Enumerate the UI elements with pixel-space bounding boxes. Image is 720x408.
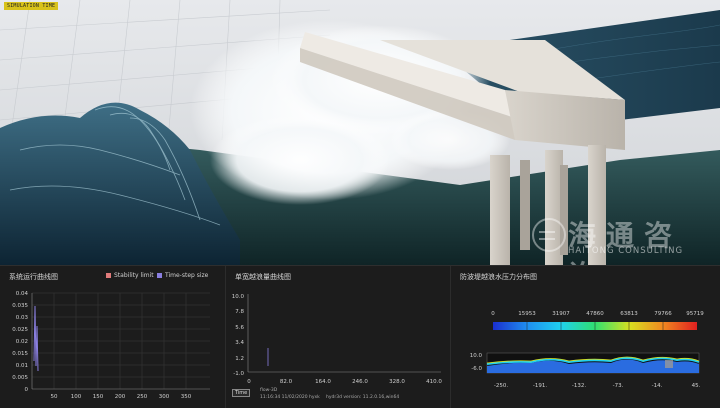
colorbar-label: 79766	[654, 311, 672, 317]
x-tick: 246.0	[352, 379, 368, 385]
y-tick: 7.8	[235, 309, 244, 315]
colorbar-label: 0	[491, 311, 495, 317]
profile-x-label: -191.	[533, 383, 547, 389]
x-tick: 300	[159, 394, 170, 400]
x-tick: 82.0	[280, 379, 293, 385]
y-tick: 0.025	[12, 327, 28, 333]
y-tick: 0.005	[12, 375, 28, 381]
x-tick: 250	[137, 394, 148, 400]
x-tick: 164.0	[315, 379, 331, 385]
x-tick: 0	[247, 379, 251, 385]
profile-x-label: -132.	[572, 383, 586, 389]
y-tick: 10.0	[232, 294, 245, 300]
pressure-distribution-panel: 防波堤越浪水压力分布图 0 15953 31907 47860 63813 79…	[450, 266, 720, 408]
colorbar-label: 63813	[620, 311, 638, 317]
system-curve-panel: 系统运行曲线图 Stability limit Time-step size 0…	[0, 266, 225, 408]
footer-version: hydr3d version: 11.2.0.16,win64	[326, 395, 400, 400]
overtopping-chart: 10.0 7.8 5.6 3.4 1.2 -1.0 0 82.0 164.0 2…	[232, 294, 442, 385]
watermark-en: HAITONG CONSULTING	[568, 246, 684, 256]
y-tick: 0.035	[12, 303, 28, 309]
time-button[interactable]: Time	[232, 389, 251, 397]
pressure-chart: 0 15953 31907 47860 63813 79766 95719 10…	[470, 311, 704, 389]
x-tick: 200	[115, 394, 126, 400]
dashboard-panels: 系统运行曲线图 Stability limit Time-step size 0…	[0, 265, 720, 408]
profile-y-label: -6.0	[471, 366, 482, 372]
y-tick: -1.0	[233, 371, 244, 377]
colorbar-label: 31907	[552, 311, 570, 317]
x-tick: 328.0	[389, 379, 405, 385]
company-logo-icon	[532, 218, 566, 252]
y-tick: 0	[25, 387, 29, 393]
profile-x-label: -250.	[494, 383, 508, 389]
y-tick: 0.02	[16, 339, 28, 345]
footer-datetime: 11:16:34 11/02/2020 hyxk	[260, 395, 320, 400]
y-tick: 3.4	[235, 340, 244, 346]
y-tick: 0.01	[16, 363, 28, 369]
colorbar-label: 95719	[686, 311, 704, 317]
profile-x-label: 45.	[692, 383, 701, 389]
watermark-cn: 海通咨询	[568, 219, 683, 265]
system-curve-chart: 0.04 0.035 0.03 0.025 0.02 0.015 0.01 0.…	[12, 291, 210, 400]
simulation-viewport[interactable]: SIMULATION TIME 海通咨询 HAITONG CONSULTING	[0, 0, 720, 265]
timestep-series-line	[33, 305, 39, 372]
x-tick: 350	[181, 394, 192, 400]
x-tick: 50	[51, 394, 58, 400]
colorbar-label: 47860	[586, 311, 604, 317]
y-tick: 5.6	[235, 325, 244, 331]
x-tick: 100	[71, 394, 82, 400]
colorbar-label: 15953	[518, 311, 536, 317]
x-tick: 150	[93, 394, 104, 400]
footer-app: flow-3D	[260, 388, 278, 393]
simulation-time-badge: SIMULATION TIME	[4, 2, 59, 10]
overtopping-curve-panel: 单宽越浪量曲线图 10.0 7.8 5.6 3.4 1.2 -1.0 0 82.…	[225, 266, 451, 408]
y-tick: 1.2	[235, 356, 244, 362]
y-tick: 0.03	[16, 315, 29, 321]
profile-x-label: -73.	[613, 383, 624, 389]
profile-x-label: -14.	[652, 383, 663, 389]
y-tick: 0.015	[12, 351, 28, 357]
watermark: 海通咨询 HAITONG CONSULTING	[526, 212, 716, 265]
y-tick: 0.04	[16, 291, 29, 297]
profile-y-label: 10.0	[470, 353, 483, 359]
x-tick: 410.0	[426, 379, 442, 385]
